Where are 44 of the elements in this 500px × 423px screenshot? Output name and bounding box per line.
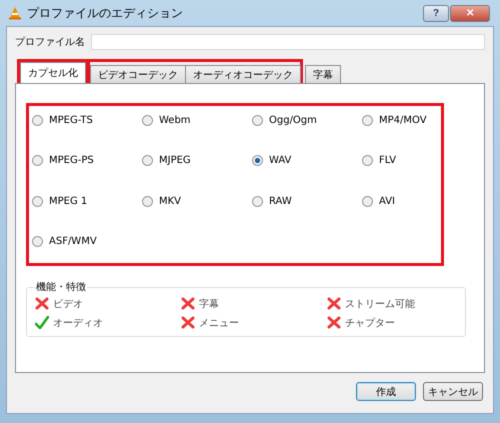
feature-label: 字幕 xyxy=(199,298,219,310)
option-label: MPEG 1 xyxy=(49,196,88,206)
cancel-button[interactable]: キャンセル xyxy=(423,382,483,401)
field-label: プロファイル名 xyxy=(15,36,85,49)
radio-button[interactable] xyxy=(32,114,43,126)
profile-name-field[interactable] xyxy=(91,34,485,50)
create-button[interactable]: 作成 xyxy=(356,382,416,401)
tab[interactable]: 字幕 xyxy=(305,65,341,83)
feature-label: メニュー xyxy=(199,316,239,330)
option-label: FLV xyxy=(379,155,396,166)
cone-icon xyxy=(8,6,22,20)
option-label: MPEG-PS xyxy=(49,155,94,166)
radio-button[interactable] xyxy=(252,114,263,126)
radio-button[interactable] xyxy=(252,155,263,166)
radio-button[interactable] xyxy=(362,155,373,166)
feature-label: ストリーム可能 xyxy=(345,298,415,310)
radio-button[interactable] xyxy=(362,114,373,126)
window-title: プロファイルのエディション xyxy=(27,4,183,22)
radio-button[interactable] xyxy=(362,196,373,206)
tab[interactable]: オーディオコーデック xyxy=(185,65,301,83)
option-label: MJPEG xyxy=(159,155,191,166)
option-label: AVI xyxy=(379,196,395,206)
radio-button[interactable] xyxy=(32,236,43,247)
tab[interactable]: ビデオコーデック xyxy=(90,65,186,83)
feature-label: オーディオ xyxy=(53,316,103,330)
radio-button[interactable] xyxy=(142,155,153,166)
option-label: WAV xyxy=(269,155,292,166)
feature-label: チャプター xyxy=(345,316,395,330)
group-title: 機能・特徴 xyxy=(35,280,87,294)
option-label: MKV xyxy=(159,196,182,206)
help-button[interactable]: ? xyxy=(423,4,449,22)
option-label: MP4/MOV xyxy=(379,114,427,126)
option-label: Webm xyxy=(159,114,191,126)
feature-label: ビデオ xyxy=(53,298,83,310)
radio-button[interactable] xyxy=(252,196,263,206)
radio-button[interactable] xyxy=(32,155,43,166)
radio-button[interactable] xyxy=(32,196,43,206)
radio-button[interactable] xyxy=(142,114,153,126)
option-label: ASF/WMV xyxy=(49,236,97,247)
option-label: Ogg/Ogm xyxy=(269,114,317,126)
option-label: RAW xyxy=(269,196,292,206)
tab[interactable]: カプセル化 xyxy=(20,62,86,83)
radio-button[interactable] xyxy=(142,196,153,206)
option-label: MPEG-TS xyxy=(49,114,93,126)
